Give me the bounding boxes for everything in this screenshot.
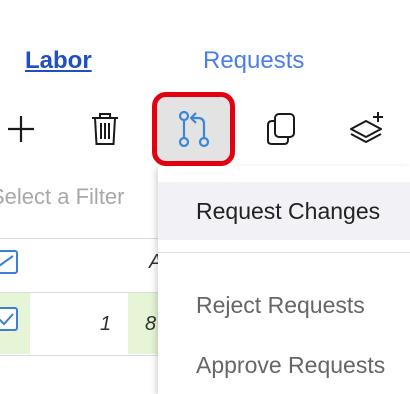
trash-icon (92, 113, 118, 145)
row-cell-value: 1 (100, 313, 112, 335)
select-all-checkbox[interactable] (0, 250, 18, 274)
checkbox-check-icon (0, 313, 14, 326)
delete-button[interactable] (70, 96, 140, 162)
row-cell-value: 8 (145, 313, 157, 335)
add-button[interactable] (0, 96, 56, 162)
pull-request-icon (178, 110, 209, 148)
checkbox-check-icon (0, 255, 14, 267)
requests-dropdown-menu: Request Changes Reject Requests Approve … (158, 166, 410, 394)
menu-divider (158, 252, 410, 253)
add-layer-icon (350, 112, 383, 143)
menu-item-reject-requests[interactable]: Reject Requests (158, 276, 410, 334)
row-checkbox[interactable] (0, 307, 18, 331)
filter-input[interactable]: Select a Filter (0, 178, 150, 216)
menu-item-approve-requests[interactable]: Approve Requests (158, 336, 410, 394)
add-layer-button[interactable] (332, 96, 402, 162)
menu-item-request-changes[interactable]: Request Changes (158, 182, 410, 240)
tab-labor[interactable]: Labor (25, 46, 92, 76)
requests-button[interactable] (152, 92, 235, 166)
grid-header-divider (0, 238, 160, 239)
copy-icon (267, 113, 295, 145)
tab-requests[interactable]: Requests (203, 46, 304, 76)
plus-icon (8, 116, 34, 142)
copy-button[interactable] (246, 96, 316, 162)
